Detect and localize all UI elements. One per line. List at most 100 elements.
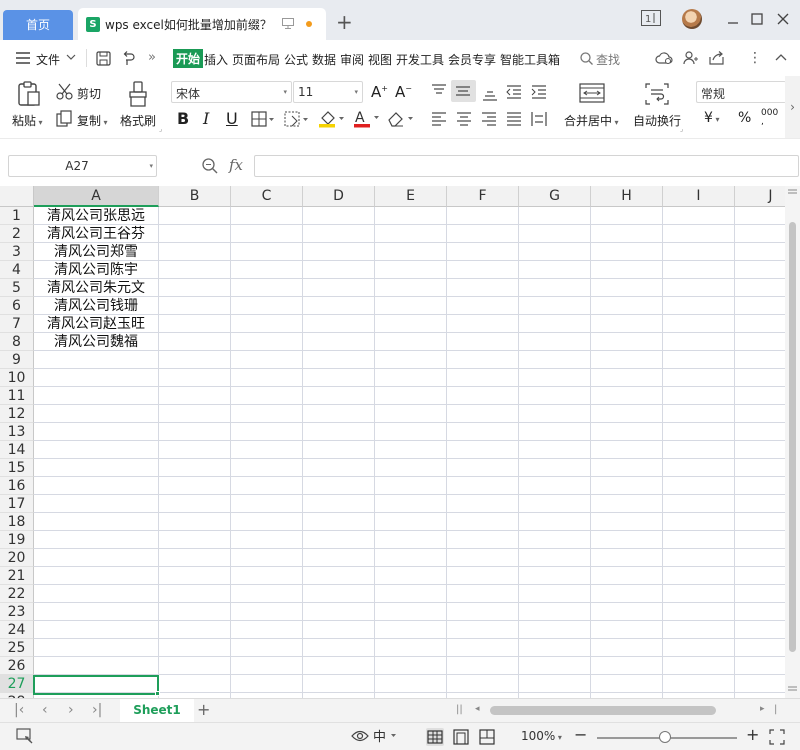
row-header-24[interactable]: 24 [0,621,34,639]
cell-a4[interactable]: 清风公司陈宇 [34,261,158,279]
tab-smart-toolbox[interactable]: 智能工具箱 [500,51,560,68]
cell-a5[interactable]: 清风公司朱元文 [34,279,158,297]
row-header-7[interactable]: 7 [0,315,34,333]
eye-icon[interactable] [351,729,369,743]
cell-a8[interactable]: 清风公司魏福 [34,333,158,351]
zoom-search-icon[interactable] [202,158,218,174]
cut-button[interactable]: 剪切 [77,85,101,102]
row-header-2[interactable]: 2 [0,225,34,243]
row-header-4[interactable]: 4 [0,261,34,279]
row-header-25[interactable]: 25 [0,639,34,657]
fill-pattern-icon[interactable] [284,111,310,127]
copy-icon[interactable] [56,110,73,127]
merge-icon[interactable] [579,83,605,103]
align-left-icon[interactable] [431,112,447,126]
macro-record-icon[interactable] [16,728,34,744]
row-header-26[interactable]: 26 [0,657,34,675]
tab-formulas[interactable]: 公式 [284,51,308,68]
hscroll-end-icon[interactable]: | [774,704,777,715]
column-header-h[interactable]: H [591,186,663,207]
tab-data[interactable]: 数据 [312,51,336,68]
minimize-icon[interactable] [727,12,739,24]
search-icon[interactable] [580,52,593,65]
bold-icon[interactable]: B [177,109,189,128]
row-header-6[interactable]: 6 [0,297,34,315]
group-expand-icon[interactable]: ⌟ [680,125,683,133]
zoom-out-button[interactable]: − [574,725,587,744]
percent-icon[interactable]: % [738,110,751,126]
user-avatar[interactable] [682,9,702,29]
zoom-level[interactable]: 100% ▾ [521,729,562,743]
increase-font-icon[interactable]: A+ [371,83,388,101]
ribbon-scroll-right-icon[interactable]: › [785,76,800,138]
fill-handle[interactable] [155,691,160,696]
active-cell-outline[interactable] [33,675,159,695]
tab-split-handle-icon[interactable]: || [456,704,463,715]
eraser-icon[interactable] [387,110,415,128]
row-header-11[interactable]: 11 [0,387,34,405]
wrap-text-button[interactable]: 自动换行 [633,112,681,129]
number-format-select[interactable]: 常规 [696,81,786,103]
document-tab[interactable]: S wps excel如何批量增加前缀？ [78,8,326,40]
decrease-font-icon[interactable]: A− [395,83,412,101]
format-painter-button[interactable]: 格式刷 [120,112,156,129]
horizontal-scroll-thumb[interactable] [490,706,716,715]
paste-button[interactable]: 粘贴 ▾ [12,112,43,129]
column-header-f[interactable]: F [447,186,519,207]
row-header-16[interactable]: 16 [0,477,34,495]
font-name-select[interactable]: 宋体 ▾ [171,81,292,103]
chevron-down-icon[interactable] [66,53,76,61]
increase-indent-icon[interactable] [531,85,547,99]
row-header-23[interactable]: 23 [0,603,34,621]
zoom-slider-knob[interactable] [659,731,671,743]
align-bottom-icon[interactable] [482,88,498,102]
sheet-tab-sheet1[interactable]: Sheet1 [120,699,194,722]
tab-view[interactable]: 视图 [368,51,392,68]
column-header-e[interactable]: E [375,186,447,207]
row-header-22[interactable]: 22 [0,585,34,603]
fx-icon[interactable]: fx [229,156,243,174]
column-header-j[interactable]: J [735,186,785,207]
row-header-19[interactable]: 19 [0,531,34,549]
scroll-right-icon[interactable]: ▸ [760,704,765,714]
scroll-left-icon[interactable]: ◂ [475,704,480,714]
input-method-icon[interactable]: 中 [373,728,399,744]
row-header-9[interactable]: 9 [0,351,34,369]
undo-icon[interactable] [121,51,136,66]
zoom-in-button[interactable]: + [746,725,759,744]
formula-input[interactable] [254,155,799,177]
file-menu[interactable]: 文件 [36,51,60,68]
normal-view-icon[interactable] [426,728,444,746]
row-header-17[interactable]: 17 [0,495,34,513]
cell-a6[interactable]: 清风公司钱珊 [34,297,158,315]
last-sheet-icon[interactable]: ›| [92,702,102,718]
row-header-12[interactable]: 12 [0,405,34,423]
tab-developer[interactable]: 开发工具 [396,51,444,68]
thousands-separator-icon[interactable]: 000, [761,109,778,127]
row-header-13[interactable]: 13 [0,423,34,441]
underline-icon[interactable]: U [226,109,238,128]
group-expand-icon[interactable]: ⌟ [159,125,162,133]
row-header-3[interactable]: 3 [0,243,34,261]
more-icon[interactable]: » [148,50,156,65]
paste-icon[interactable] [17,81,41,107]
home-tab[interactable]: 首页 [3,10,73,40]
cell-a3[interactable]: 清风公司郑雪 [34,243,158,261]
row-header-18[interactable]: 18 [0,513,34,531]
column-header-g[interactable]: G [519,186,591,207]
page-layout-view-icon[interactable] [452,728,470,746]
tab-insert[interactable]: 插入 [204,51,228,68]
distributed-align-icon[interactable] [531,111,547,127]
name-box[interactable]: A27 ▾ [8,155,157,177]
currency-button[interactable]: ¥ ▾ [704,110,719,126]
collapse-ribbon-icon[interactable] [775,53,787,61]
cell-a7[interactable]: 清风公司赵玉旺 [34,315,158,333]
column-header-a[interactable]: A [34,186,159,207]
column-header-b[interactable]: B [159,186,231,207]
vertical-scrollbar[interactable] [785,186,800,698]
copy-button[interactable]: 复制 ▾ [77,112,108,129]
row-header-27[interactable]: 27 [0,675,34,693]
align-right-icon[interactable] [481,112,497,126]
row-header-14[interactable]: 14 [0,441,34,459]
prev-sheet-icon[interactable]: ‹ [42,702,48,718]
